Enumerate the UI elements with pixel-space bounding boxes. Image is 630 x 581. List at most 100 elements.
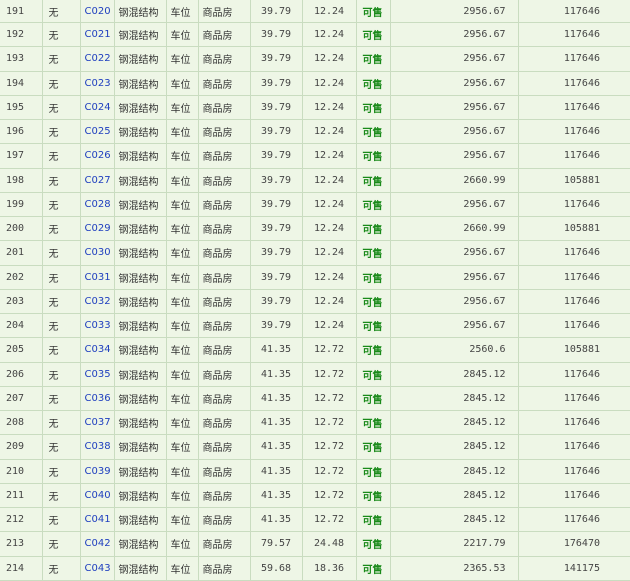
row-build-area: 41.35 [250,337,303,363]
row-unit-price: 2365.53 [390,556,519,581]
row-usage: 车位 [166,95,199,121]
row-status: 可售 [356,483,391,509]
row-total-price: 117646 [518,434,630,460]
row-unit-link[interactable]: C027 [80,168,115,193]
row-unit-link[interactable]: C020 [80,0,115,23]
row-status: 可售 [356,289,391,315]
row-unit-link[interactable]: C023 [80,71,115,96]
row-index: 213 [0,531,43,557]
row-unit-link[interactable]: C036 [80,386,115,412]
table-row: 202 无 C031 钢混结构 车位 商品房 39.79 12.24 可售 2956.67 1176… [0,265,630,290]
row-total-price: 117646 [518,240,630,266]
row-total-price: 117646 [518,289,630,315]
row-status: 可售 [356,265,391,290]
row-unit-link[interactable]: C029 [80,216,115,242]
row-floor: 无 [42,459,81,484]
table-row: 197 无 C026 钢混结构 车位 商品房 39.79 12.24 可售 2956.67 1176… [0,143,630,169]
row-inner-area: 12.24 [302,95,357,121]
table-row: 200 无 C029 钢混结构 车位 商品房 39.79 12.24 可售 2660.99 1058… [0,216,630,242]
row-unit-link[interactable]: C028 [80,192,115,218]
row-floor: 无 [42,386,81,412]
table-row: 210 无 C039 钢混结构 车位 商品房 41.35 12.72 可售 2845.12 1176… [0,459,630,484]
row-status: 可售 [356,313,391,339]
row-structure: 钢混结构 [114,119,167,145]
table-row: 199 无 C028 钢混结构 车位 商品房 39.79 12.24 可售 2956.67 1176… [0,192,630,218]
row-structure: 钢混结构 [114,459,167,484]
row-house-type: 商品房 [198,0,251,23]
listing-table: 191 无 C020 钢混结构 车位 商品房 39.79 12.24 可售 2956.67 1176… [0,0,630,581]
row-unit-link[interactable]: C038 [80,434,115,460]
row-unit-price: 2845.12 [390,362,519,387]
row-unit-link[interactable]: C041 [80,507,115,533]
row-unit-link[interactable]: C034 [80,337,115,363]
row-usage: 车位 [166,216,199,242]
row-status: 可售 [356,168,391,193]
table-row: 212 无 C041 钢混结构 车位 商品房 41.35 12.72 可售 2845.12 1176… [0,507,630,533]
row-floor: 无 [42,22,81,48]
row-build-area: 41.35 [250,410,303,436]
row-index: 202 [0,265,43,290]
row-unit-price: 2956.67 [390,71,519,96]
row-unit-price: 2956.67 [390,192,519,218]
row-unit-link[interactable]: C026 [80,143,115,169]
row-usage: 车位 [166,289,199,315]
row-total-price: 117646 [518,483,630,509]
row-status: 可售 [356,46,391,72]
row-index: 195 [0,95,43,121]
table-body: 191 无 C020 钢混结构 车位 商品房 39.79 12.24 可售 2956.67 1176… [0,0,630,581]
table-row: 191 无 C020 钢混结构 车位 商品房 39.79 12.24 可售 2956.67 1176… [0,0,630,23]
row-unit-link[interactable]: C030 [80,240,115,266]
row-inner-area: 12.24 [302,289,357,315]
row-status: 可售 [356,410,391,436]
row-unit-link[interactable]: C022 [80,46,115,72]
row-house-type: 商品房 [198,192,251,218]
row-unit-link[interactable]: C039 [80,459,115,484]
row-structure: 钢混结构 [114,22,167,48]
row-index: 196 [0,119,43,145]
row-unit-price: 2956.67 [390,119,519,145]
row-index: 198 [0,168,43,193]
row-build-area: 39.79 [250,313,303,339]
row-status: 可售 [356,95,391,121]
row-status: 可售 [356,507,391,533]
row-unit-price: 2660.99 [390,216,519,242]
row-build-area: 41.35 [250,434,303,460]
row-usage: 车位 [166,556,199,581]
row-house-type: 商品房 [198,143,251,169]
row-index: 209 [0,434,43,460]
row-unit-link[interactable]: C031 [80,265,115,290]
row-unit-link[interactable]: C043 [80,556,115,581]
row-inner-area: 12.72 [302,410,357,436]
row-unit-link[interactable]: C032 [80,289,115,315]
row-index: 192 [0,22,43,48]
row-house-type: 商品房 [198,556,251,581]
row-unit-link[interactable]: C033 [80,313,115,339]
row-house-type: 商品房 [198,216,251,242]
row-index: 214 [0,556,43,581]
row-inner-area: 12.72 [302,507,357,533]
row-unit-link[interactable]: C040 [80,483,115,509]
row-unit-link[interactable]: C024 [80,95,115,121]
row-usage: 车位 [166,410,199,436]
row-unit-link[interactable]: C021 [80,22,115,48]
row-structure: 钢混结构 [114,313,167,339]
row-usage: 车位 [166,143,199,169]
row-unit-link[interactable]: C037 [80,410,115,436]
row-inner-area: 12.24 [302,240,357,266]
row-status: 可售 [356,459,391,484]
row-total-price: 117646 [518,119,630,145]
row-unit-price: 2956.67 [390,240,519,266]
row-house-type: 商品房 [198,22,251,48]
row-floor: 无 [42,71,81,96]
row-usage: 车位 [166,0,199,23]
row-inner-area: 24.48 [302,531,357,557]
row-unit-link[interactable]: C042 [80,531,115,557]
row-usage: 车位 [166,265,199,290]
row-usage: 车位 [166,71,199,96]
row-house-type: 商品房 [198,459,251,484]
row-structure: 钢混结构 [114,386,167,412]
row-unit-link[interactable]: C025 [80,119,115,145]
row-unit-link[interactable]: C035 [80,362,115,387]
row-index: 204 [0,313,43,339]
row-floor: 无 [42,0,81,23]
